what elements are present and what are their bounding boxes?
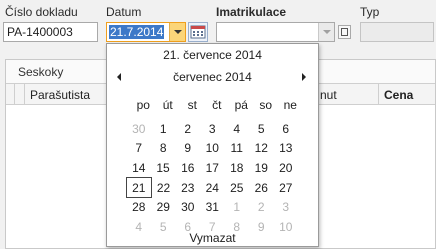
square-icon bbox=[341, 28, 348, 36]
calendar-icon bbox=[190, 25, 206, 39]
imatrikulace-edit-button[interactable] bbox=[338, 25, 351, 39]
weekday-label: út bbox=[162, 98, 173, 112]
datum-dropdown-button[interactable] bbox=[169, 23, 185, 41]
calendar-day[interactable]: 5 bbox=[249, 119, 274, 139]
calendar-day[interactable]: 9 bbox=[176, 139, 201, 159]
calendar-day[interactable]: 3 bbox=[274, 197, 299, 217]
calendar-day[interactable]: 19 bbox=[249, 158, 274, 178]
chevron-down-icon bbox=[174, 30, 182, 34]
calendar-day[interactable]: 8 bbox=[151, 139, 176, 159]
calendar-day[interactable]: 1 bbox=[225, 197, 250, 217]
calendar-day[interactable]: 6 bbox=[274, 119, 299, 139]
calendar-day[interactable]: 17 bbox=[200, 158, 225, 178]
column-separator bbox=[378, 84, 379, 105]
calendar-day[interactable]: 29 bbox=[151, 197, 176, 217]
calendar-day[interactable]: 15 bbox=[151, 158, 176, 178]
column-header-parasutista[interactable]: Parašutista bbox=[30, 88, 90, 102]
calendar-popup: 21. července 2014 červenec 2014 po út st… bbox=[106, 43, 319, 247]
weekday-label: pá bbox=[234, 98, 248, 112]
calendar-day[interactable]: 20 bbox=[274, 158, 299, 178]
column-header-cena[interactable]: Cena bbox=[384, 88, 413, 102]
cislo-dokladu-value: PA-1400003 bbox=[7, 25, 73, 39]
calendar-week-row: 28 29 30 31 1 2 3 bbox=[127, 197, 299, 217]
calendar-day[interactable]: 13 bbox=[274, 139, 299, 159]
calendar-day[interactable]: 30 bbox=[176, 197, 201, 217]
calendar-day[interactable]: 16 bbox=[176, 158, 201, 178]
cislo-dokladu-label: Číslo dokladu bbox=[5, 5, 78, 19]
weekday-label: čt bbox=[212, 98, 222, 112]
calendar-day[interactable]: 4 bbox=[225, 119, 250, 139]
datum-field[interactable]: 21.7.2014 bbox=[106, 22, 186, 42]
month-label: červenec 2014 bbox=[173, 70, 252, 84]
panel-title: Seskoky bbox=[18, 65, 64, 79]
imatrikulace-field[interactable] bbox=[216, 22, 335, 42]
weekday-label: po bbox=[136, 98, 150, 112]
calendar-week-row: 14 15 16 17 18 19 20 bbox=[127, 158, 299, 178]
weekday-label: st bbox=[187, 98, 197, 112]
clear-button[interactable]: Vymazat bbox=[107, 231, 318, 245]
typ-field bbox=[360, 22, 434, 42]
calendar-day-selected[interactable]: 21 bbox=[126, 177, 152, 198]
calendar-week-row: 7 8 9 10 11 12 13 bbox=[127, 139, 299, 159]
calendar-day[interactable]: 31 bbox=[200, 197, 225, 217]
calendar-day[interactable]: 25 bbox=[225, 178, 250, 198]
calendar-day[interactable]: 2 bbox=[176, 119, 201, 139]
calendar-grid: 30 1 2 3 4 5 6 7 8 9 10 11 12 13 14 15 16 17 18 19 20 21 22 23 2… bbox=[126, 119, 299, 237]
calendar-day[interactable]: 3 bbox=[200, 119, 225, 139]
calendar-day[interactable]: 2 bbox=[249, 197, 274, 217]
weekday-label: so bbox=[259, 98, 273, 112]
imatrikulace-label: Imatrikulace bbox=[216, 5, 287, 19]
calendar-day[interactable]: 23 bbox=[176, 178, 201, 198]
selected-date-label: 21. července 2014 bbox=[163, 48, 262, 62]
calendar-day[interactable]: 26 bbox=[249, 178, 274, 198]
calendar-day[interactable]: 11 bbox=[225, 139, 250, 159]
calendar-button[interactable] bbox=[188, 22, 208, 42]
typ-label: Typ bbox=[360, 5, 380, 19]
calendar-day[interactable]: 1 bbox=[151, 119, 176, 139]
calendar-day[interactable]: 28 bbox=[127, 197, 152, 217]
datum-label: Datum bbox=[106, 5, 142, 19]
calendar-day[interactable]: 14 bbox=[127, 158, 152, 178]
calendar-week-row: 21 22 23 24 25 26 27 bbox=[126, 177, 299, 198]
column-header-nut[interactable]: nut bbox=[320, 88, 337, 102]
datum-value: 21.7.2014 bbox=[109, 25, 165, 39]
imatrikulace-dropdown-button[interactable] bbox=[318, 23, 334, 41]
calendar-day[interactable]: 10 bbox=[200, 139, 225, 159]
column-separator bbox=[14, 84, 15, 105]
calendar-day[interactable]: 27 bbox=[274, 178, 299, 198]
calendar-week-row: 30 1 2 3 4 5 6 bbox=[127, 119, 299, 139]
cislo-dokladu-field[interactable]: PA-1400003 bbox=[3, 22, 98, 42]
calendar-day[interactable]: 22 bbox=[151, 178, 176, 198]
chevron-down-icon bbox=[323, 30, 331, 34]
weekday-label: ne bbox=[283, 98, 297, 112]
calendar-day[interactable]: 30 bbox=[127, 119, 152, 139]
calendar-day[interactable]: 7 bbox=[127, 139, 152, 159]
calendar-day[interactable]: 24 bbox=[200, 178, 225, 198]
calendar-nav: červenec 2014 bbox=[107, 70, 318, 86]
column-separator bbox=[24, 84, 25, 105]
calendar-day[interactable]: 12 bbox=[249, 139, 274, 159]
next-month-icon[interactable] bbox=[302, 73, 306, 81]
calendar-day[interactable]: 18 bbox=[225, 158, 250, 178]
